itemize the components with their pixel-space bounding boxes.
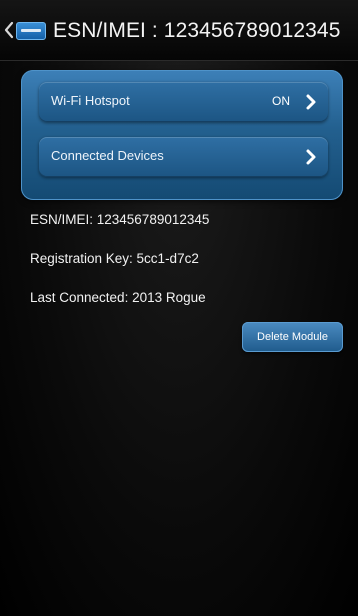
header-bar: ESN/IMEI : 123456789012345 [0, 0, 358, 61]
connected-devices-row[interactable]: Connected Devices [39, 137, 328, 177]
module-detail-screen: ESN/IMEI : 123456789012345 Wi-Fi Hotspot… [0, 0, 358, 616]
chevron-right-icon [306, 94, 316, 110]
wifi-hotspot-row[interactable]: Wi-Fi Hotspot ON [39, 82, 328, 122]
app-logo-icon [16, 22, 46, 40]
chevron-right-icon [306, 149, 316, 165]
registration-key-text: Registration Key: 5cc1-d7c2 [30, 251, 199, 266]
esn-imei-text: ESN/IMEI: 123456789012345 [30, 212, 210, 227]
delete-module-button[interactable]: Delete Module [242, 322, 343, 352]
wifi-hotspot-label: Wi-Fi Hotspot [51, 93, 130, 108]
settings-panel: Wi-Fi Hotspot ON Connected Devices [21, 70, 343, 200]
wifi-hotspot-status: ON [272, 94, 290, 108]
chevron-left-icon[interactable] [3, 20, 15, 40]
last-connected-text: Last Connected: 2013 Rogue [30, 290, 206, 305]
page-title: ESN/IMEI : 123456789012345 [53, 19, 341, 42]
connected-devices-label: Connected Devices [51, 148, 164, 163]
